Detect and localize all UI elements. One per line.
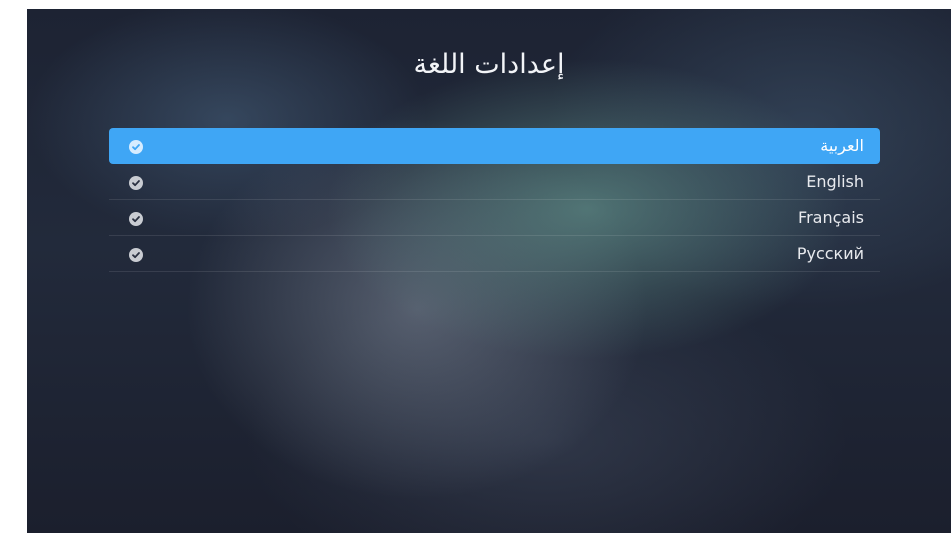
check-circle-icon <box>129 211 143 226</box>
language-option-french[interactable]: Français <box>109 200 880 236</box>
check-circle-icon <box>129 247 143 262</box>
language-list: العربية English Français Русский <box>109 128 880 272</box>
check-circle-icon <box>129 139 143 154</box>
language-label: Français <box>798 208 864 227</box>
language-option-arabic[interactable]: العربية <box>109 128 880 164</box>
language-option-english[interactable]: English <box>109 164 880 200</box>
page-title: إعدادات اللغة <box>413 49 565 80</box>
language-settings-screen: إعدادات اللغة العربية English Français Р… <box>27 9 951 533</box>
language-option-russian[interactable]: Русский <box>109 236 880 272</box>
language-label: العربية <box>820 136 864 155</box>
check-circle-icon <box>129 175 143 190</box>
language-label: Русский <box>796 244 864 263</box>
language-label: English <box>806 172 864 191</box>
